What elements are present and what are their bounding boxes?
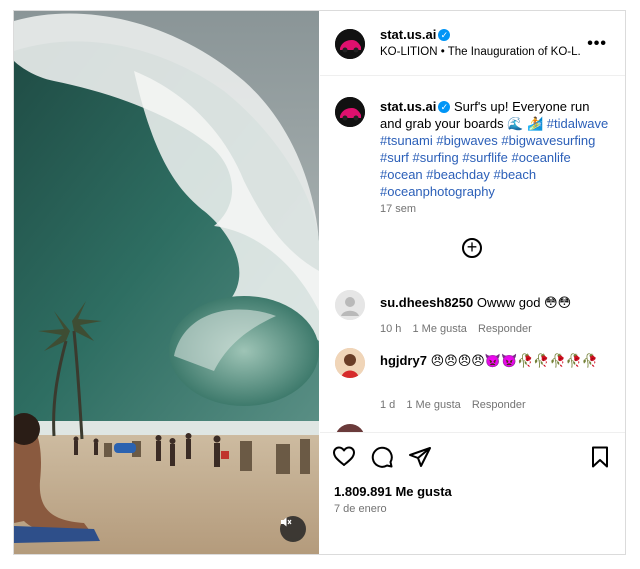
load-more-comments-icon[interactable]: + [462, 238, 482, 258]
author-avatar[interactable] [335, 29, 365, 59]
author-username[interactable]: stat.us.ai [380, 27, 436, 42]
share-icon[interactable] [408, 445, 432, 469]
comment-text: 😠😠😠😠👿👿🥀🥀🥀🥀🥀 [430, 353, 599, 368]
comment-time: 10 h [380, 323, 402, 335]
bookmark-icon[interactable] [588, 445, 612, 469]
post-date[interactable]: 7 de enero [334, 503, 387, 515]
post-caption: stat.us.ai ✓ Surf's up! Everyone run and … [380, 98, 612, 200]
caption-time: 17 sem [380, 203, 417, 215]
audio-subtitle[interactable]: KO-LITION • The Inauguration of KO-L... [380, 46, 580, 58]
car-avatar-icon [335, 29, 365, 59]
comment-avatar[interactable] [335, 290, 365, 320]
post-video[interactable] [14, 11, 319, 554]
post-side-panel: stat.us.ai ✓ KO-LITION • The Inauguration… [320, 11, 625, 554]
wave-beach-scene [14, 11, 319, 554]
comment-time: 1 d [380, 399, 396, 411]
reply-button[interactable]: Responder [478, 323, 532, 335]
mute-toggle-button[interactable] [280, 516, 306, 542]
likes-count[interactable]: 1.809.891 Me gusta [334, 484, 452, 499]
comment-username[interactable]: hgjdry7 [380, 353, 427, 368]
comment-username[interactable]: su.dheesh8250 [380, 295, 473, 310]
verified-badge-icon: ✓ [438, 101, 451, 113]
caption-username[interactable]: stat.us.ai [380, 99, 436, 114]
profile-photo-icon [335, 348, 365, 378]
comment-likes[interactable]: 1 Me gusta [406, 399, 460, 411]
caption-author-avatar[interactable] [335, 97, 365, 127]
comment-text: Owww god 😳😳 [476, 295, 572, 310]
car-avatar-icon [335, 97, 365, 127]
default-user-icon [335, 290, 365, 320]
comment-avatar[interactable] [335, 348, 365, 378]
instagram-post-modal: stat.us.ai ✓ KO-LITION • The Inauguration… [13, 10, 626, 555]
verified-badge-icon: ✓ [438, 29, 451, 41]
post-header: stat.us.ai ✓ KO-LITION • The Inauguration… [320, 11, 625, 76]
more-options-icon[interactable]: ••• [587, 35, 607, 53]
comment-likes[interactable]: 1 Me gusta [412, 323, 466, 335]
comment-icon[interactable] [370, 445, 394, 469]
reply-button[interactable]: Responder [472, 399, 526, 411]
heart-icon[interactable] [332, 445, 356, 469]
speaker-muted-icon [281, 517, 292, 527]
post-actions: 1.809.891 Me gusta 7 de enero [320, 432, 625, 554]
